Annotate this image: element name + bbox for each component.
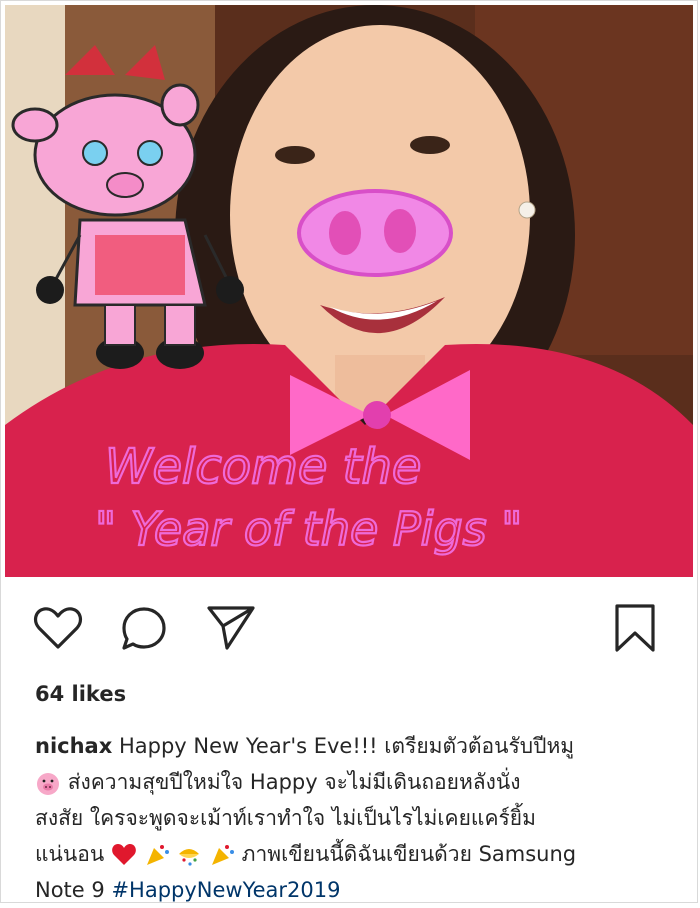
- overlay-text-line1: Welcome the: [105, 439, 421, 495]
- overlay-text-line2: " Year of the Pigs ": [95, 502, 522, 556]
- pig-face-emoji-icon: [37, 773, 59, 795]
- paper-plane-icon[interactable]: [205, 602, 257, 652]
- heart-icon[interactable]: [33, 605, 83, 651]
- caption-text-2: ส่งความสุขปีใหม่ใจ Happy จะไม่มีเดินถอยห…: [67, 770, 521, 794]
- comment-icon[interactable]: [120, 605, 168, 653]
- caption-text-4b: ภาพเขียนนี้ดิฉันเขียนด้วย Samsung: [241, 842, 577, 866]
- post-photo[interactable]: Welcome the " Year of the Pigs ": [5, 5, 693, 577]
- post-action-bar: [0, 590, 700, 670]
- bookmark-icon[interactable]: [612, 602, 658, 654]
- party-popper-emoji-icon: [146, 845, 169, 865]
- party-popper-emoji-icon: [211, 845, 234, 865]
- photo-illustration: Welcome the " Year of the Pigs ": [5, 5, 693, 577]
- post-caption: nichax Happy New Year's Eve!!! เตรียมตัว…: [35, 728, 675, 908]
- caption-line-2: ส่งความสุขปีใหม่ใจ Happy จะไม่มีเดินถอยห…: [35, 764, 675, 800]
- red-heart-emoji-icon: [112, 844, 136, 865]
- confetti-ball-emoji-icon: [179, 849, 200, 866]
- caption-text-5: Note 9: [35, 878, 105, 902]
- caption-text-3: สงสัย ใครจะพูดจะเม้าท์เราทำใจ ไม่เป็นไรไ…: [35, 806, 536, 830]
- caption-line-3: สงสัย ใครจะพูดจะเม้าท์เราทำใจ ไม่เป็นไรไ…: [35, 800, 675, 836]
- caption-line-1: nichax Happy New Year's Eve!!! เตรียมตัว…: [35, 728, 675, 764]
- likes-count[interactable]: 64 likes: [35, 682, 126, 706]
- hashtag-link[interactable]: #HappyNewYear2019: [111, 878, 340, 902]
- caption-line-4: แน่นอน ภาพเขียนนี้ดิฉันเขียนด้วย Samsung: [35, 836, 675, 872]
- caption-text-4a: แน่นอน: [35, 842, 105, 866]
- username-link[interactable]: nichax: [35, 734, 112, 758]
- caption-text-1: Happy New Year's Eve!!! เตรียมตัวต้อนรับ…: [118, 734, 575, 758]
- caption-line-5: Note 9 #HappyNewYear2019: [35, 872, 675, 908]
